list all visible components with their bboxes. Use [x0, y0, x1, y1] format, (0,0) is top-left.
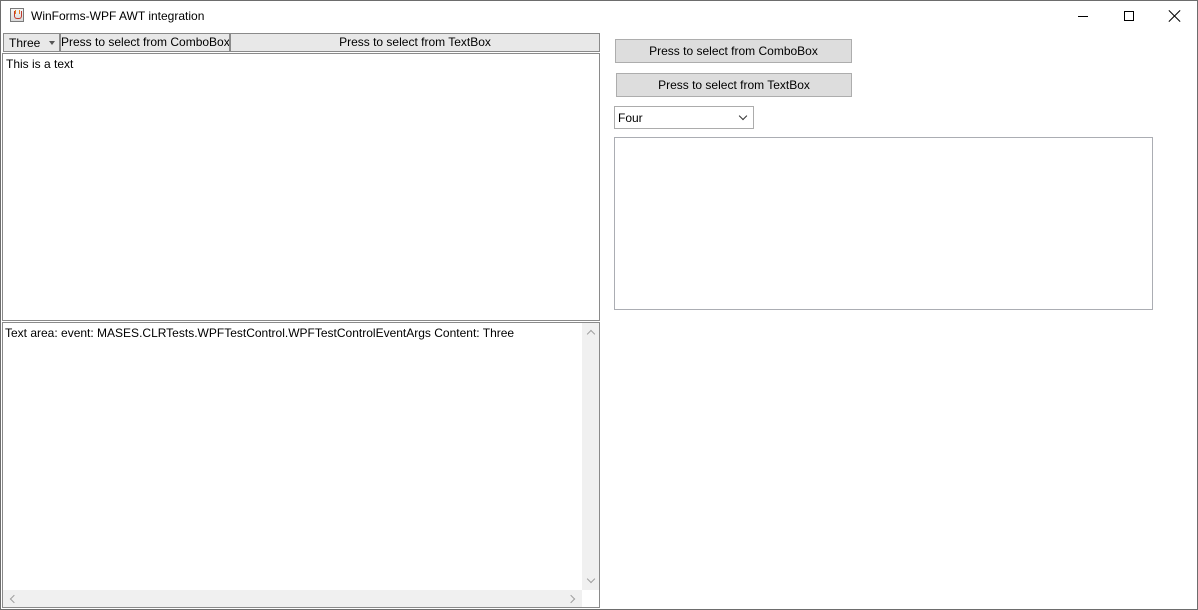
event-text-area[interactable]: Text area: event: MASES.CLRTests.WPFTest… [2, 322, 600, 608]
window-title: WinForms-WPF AWT integration [31, 9, 205, 23]
wpf-combobox-value: Four [618, 111, 643, 125]
scroll-right-icon[interactable] [566, 594, 576, 604]
chevron-down-icon [738, 111, 748, 121]
close-button[interactable] [1152, 1, 1197, 31]
minimize-button[interactable] [1060, 1, 1106, 31]
java-cup-icon[interactable] [10, 8, 24, 22]
scroll-left-icon[interactable] [9, 594, 19, 604]
maximize-button[interactable] [1106, 1, 1152, 31]
close-icon [1169, 10, 1181, 22]
app-window: WinForms-WPF AWT integration Three Press… [0, 0, 1198, 610]
wpf-textbox[interactable] [614, 137, 1153, 310]
wpf-combobox[interactable]: Four [614, 106, 754, 129]
scrollbar-corner [582, 590, 599, 607]
text-area-content: Text area: event: MASES.CLRTests.WPFTest… [5, 326, 515, 340]
minimize-icon [1078, 16, 1088, 17]
awt-select-from-textbox-button[interactable]: Press to select from TextBox [230, 33, 600, 52]
awt-combobox-value: Three [9, 36, 41, 50]
maximize-icon [1124, 11, 1134, 21]
vertical-scrollbar[interactable] [582, 323, 599, 591]
horizontal-scrollbar[interactable] [3, 590, 582, 607]
awt-combobox[interactable]: Three [3, 33, 60, 52]
chevron-down-icon [49, 41, 55, 45]
awt-textbox-value: This is a text [6, 57, 74, 71]
scroll-up-icon[interactable] [586, 329, 596, 339]
awt-select-from-combobox-button[interactable]: Press to select from ComboBox [60, 33, 230, 52]
scroll-down-icon[interactable] [586, 574, 596, 584]
awt-textbox[interactable]: This is a text [2, 53, 600, 321]
wpf-select-from-textbox-button[interactable]: Press to select from TextBox [616, 73, 852, 97]
wpf-select-from-combobox-button[interactable]: Press to select from ComboBox [615, 39, 852, 63]
awt-panel: Three Press to select from ComboBox Pres… [2, 32, 600, 322]
title-bar[interactable]: WinForms-WPF AWT integration [1, 1, 1197, 31]
